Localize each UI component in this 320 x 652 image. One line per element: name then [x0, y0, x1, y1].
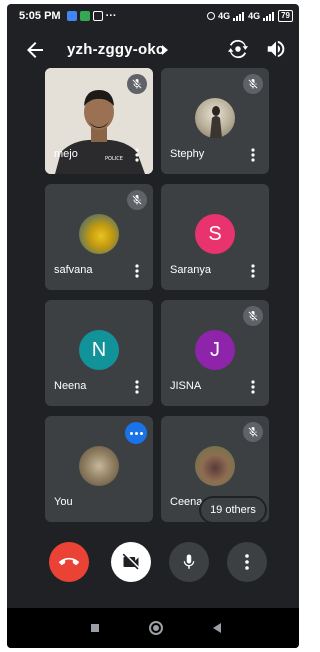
participant-name: mejo [54, 148, 78, 160]
participant-name: Stephy [170, 148, 205, 160]
speaker-icon[interactable] [265, 38, 287, 60]
back-icon[interactable] [213, 623, 221, 633]
more-vert-icon [245, 554, 249, 570]
participant-avatar-initial: S [195, 214, 235, 254]
video-off-icon [122, 553, 139, 570]
mic-icon [183, 554, 195, 569]
battery-icon: 79 [278, 10, 293, 22]
mic-off-icon [243, 306, 263, 326]
system-navigation-bar [7, 608, 299, 648]
end-call-button[interactable] [49, 542, 89, 582]
status-time: 5:05 PM [19, 10, 61, 22]
alarm-icon [207, 12, 216, 20]
participant-avatar [195, 446, 235, 486]
switch-camera-icon[interactable] [227, 38, 249, 60]
network-label-2: 4G [248, 11, 261, 21]
speaking-indicator-icon [125, 422, 147, 444]
more-notifications-icon: ··· [105, 10, 117, 22]
participant-tile-saranya[interactable]: S Saranya [161, 184, 269, 290]
home-icon[interactable] [149, 621, 163, 635]
screen-notification-icon [92, 11, 103, 21]
gallery-notification-icon [79, 11, 90, 21]
svg-text:POLICE: POLICE [105, 156, 123, 162]
end-call-icon [59, 557, 79, 566]
meet-notification-icon [66, 11, 77, 21]
participant-tile-stephy[interactable]: Stephy [161, 68, 269, 174]
mic-off-icon [127, 74, 147, 94]
more-vert-icon[interactable] [135, 264, 139, 278]
more-options-button[interactable] [227, 542, 267, 582]
participant-name: JISNA [170, 380, 202, 392]
participant-avatar [195, 98, 235, 138]
mic-off-icon [127, 190, 147, 210]
participant-tile-you[interactable]: You [45, 416, 153, 522]
more-vert-icon[interactable] [251, 380, 255, 394]
participant-tile-mejo[interactable]: POLICE mejo [45, 68, 153, 174]
participant-avatar-initial: N [79, 330, 119, 370]
others-chip[interactable]: 19 others [201, 498, 265, 522]
status-bar: 5:05 PM ··· 4G 4G 79 [7, 4, 299, 28]
status-right: 4G 4G 79 [207, 10, 293, 22]
mic-off-icon [243, 74, 263, 94]
back-arrow-icon[interactable] [23, 38, 47, 62]
meet-call-screen: 5:05 PM ··· 4G 4G 79 yzh-zggy-okc POLICE… [7, 4, 299, 648]
signal-icon-1 [233, 11, 245, 21]
participant-tile-safvana[interactable]: safvana [45, 184, 153, 290]
participant-name: Neena [54, 380, 87, 392]
more-vert-icon[interactable] [135, 380, 139, 394]
participant-avatar-initial: J [195, 330, 235, 370]
participant-avatar [79, 214, 119, 254]
participant-name: Ceena [170, 496, 203, 508]
microphone-button[interactable] [169, 542, 209, 582]
meeting-code[interactable]: yzh-zggy-okc [67, 41, 164, 58]
participant-name: You [54, 496, 73, 508]
chevron-right-icon[interactable] [161, 45, 169, 55]
camera-toggle-button[interactable] [111, 542, 151, 582]
participant-name: Saranya [170, 264, 211, 276]
participant-name: safvana [54, 264, 93, 276]
participant-avatar [79, 446, 119, 486]
network-label-1: 4G [218, 11, 231, 21]
more-vert-icon[interactable] [251, 264, 255, 278]
mic-off-icon [243, 422, 263, 442]
recent-apps-icon[interactable] [91, 624, 99, 632]
participant-tile-jisna[interactable]: J JISNA [161, 300, 269, 406]
participant-tile-neena[interactable]: N Neena [45, 300, 153, 406]
more-vert-icon[interactable] [251, 148, 255, 162]
call-header: yzh-zggy-okc [7, 32, 299, 66]
more-vert-icon[interactable] [135, 148, 139, 162]
signal-icon-2 [263, 11, 275, 21]
